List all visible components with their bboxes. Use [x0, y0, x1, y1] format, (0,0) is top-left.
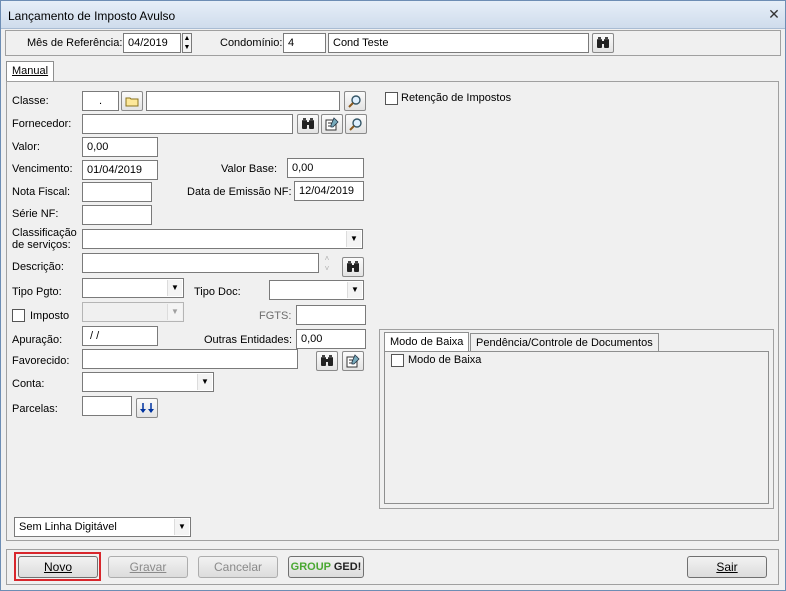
conta-label: Conta:: [12, 378, 45, 390]
classificacao-select[interactable]: ▼: [82, 229, 363, 249]
tab-modo-baixa-label: Modo de Baixa: [390, 336, 464, 348]
sair-button[interactable]: Sair: [687, 556, 767, 578]
apuracao-input[interactable]: / /: [82, 326, 158, 346]
gravar-button-label: Gravar: [129, 560, 167, 574]
form-edit-icon[interactable]: [321, 114, 343, 134]
group-ged-button[interactable]: GROUP GED!: [288, 556, 364, 578]
main-window: Lançamento de Imposto Avulso ✕ Mês de Re…: [0, 0, 786, 591]
tipo-doc-label: Tipo Doc:: [194, 286, 241, 298]
tipo-pgto-select[interactable]: ▼: [82, 278, 184, 298]
mes-spinner[interactable]: ▲ ▼: [182, 33, 192, 53]
chevron-down-icon: ▼: [167, 304, 182, 320]
form-edit-icon[interactable]: [342, 351, 364, 371]
linha-digitavel-value: Sem Linha Digitável: [19, 521, 117, 533]
window-title: Lançamento de Imposto Avulso: [8, 9, 176, 23]
cancelar-button-label: Cancelar: [213, 560, 263, 574]
data-emissao-label: Data de Emissão NF:: [187, 186, 292, 198]
outras-entidades-input[interactable]: 0,00: [296, 329, 366, 349]
parcelas-input[interactable]: [82, 396, 132, 416]
double-arrow-down-icon[interactable]: [136, 398, 158, 418]
nota-fiscal-input[interactable]: [82, 182, 152, 202]
fgts-label: FGTS:: [259, 310, 292, 322]
sair-button-label: Sair: [716, 560, 738, 574]
chevron-down-icon: ▼: [167, 280, 182, 296]
tipo-doc-select[interactable]: ▼: [269, 280, 364, 300]
vencimento-label: Vencimento:: [12, 163, 73, 175]
group-ged-logo-part1: GROUP: [290, 561, 331, 573]
vencimento-input[interactable]: 01/04/2019: [82, 160, 158, 180]
chevron-down-icon: ▼: [346, 231, 361, 247]
retencao-label: Retenção de Impostos: [401, 92, 512, 104]
binoculars-icon[interactable]: [592, 33, 614, 53]
novo-button-label: Novo: [43, 560, 72, 574]
condominio-label: Condomínio:: [220, 37, 283, 49]
parcelas-label: Parcelas:: [12, 403, 58, 415]
descricao-input[interactable]: [82, 253, 319, 273]
tab-modo-baixa[interactable]: Modo de Baixa: [384, 332, 470, 352]
descricao-scroll-icon[interactable]: ˄ ˅: [321, 254, 333, 274]
modo-baixa-tab-content: [384, 351, 769, 504]
favorecido-input[interactable]: [82, 349, 298, 369]
valor-label: Valor:: [12, 141, 40, 153]
nota-fiscal-label: Nota Fiscal:: [12, 186, 71, 198]
tab-manual-label: Manual: [12, 65, 49, 77]
mes-referencia-input[interactable]: 04/2019: [123, 33, 181, 53]
tipo-pgto-label: Tipo Pgto:: [12, 286, 62, 298]
condominio-code-input[interactable]: 4: [283, 33, 326, 53]
binoculars-icon[interactable]: [297, 114, 319, 134]
title-bar: Lançamento de Imposto Avulso ✕: [1, 1, 785, 29]
tab-manual[interactable]: Manual: [6, 61, 55, 81]
classificacao-label-line1: Classificação: [12, 227, 77, 239]
classe-code-input[interactable]: .: [82, 91, 119, 111]
tab-pendencia[interactable]: Pendência/Controle de Documentos: [470, 333, 659, 352]
valor-input[interactable]: 0,00: [82, 137, 158, 157]
descricao-label: Descrição:: [12, 261, 64, 273]
linha-digitavel-select[interactable]: Sem Linha Digitável ▼: [14, 517, 191, 537]
outras-entidades-label: Outras Entidades:: [204, 334, 293, 346]
cancelar-button[interactable]: Cancelar: [198, 556, 278, 578]
favorecido-label: Favorecido:: [12, 355, 70, 367]
imposto-select[interactable]: ▼: [82, 302, 184, 322]
apuracao-label: Apuração:: [12, 334, 63, 346]
serie-nf-label: Série NF:: [12, 208, 59, 220]
serie-nf-input[interactable]: [82, 205, 152, 225]
fornecedor-input[interactable]: [82, 114, 293, 134]
chevron-down-icon: ▼: [174, 519, 189, 535]
conta-select[interactable]: ▼: [82, 372, 214, 392]
classificacao-label-line2: de serviços:: [12, 239, 71, 251]
imposto-checkbox[interactable]: [12, 309, 25, 322]
binoculars-icon[interactable]: [342, 257, 364, 277]
chevron-down-icon: ▼: [347, 282, 362, 298]
chevron-down-icon: ▼: [197, 374, 212, 390]
novo-button[interactable]: Novo: [18, 556, 98, 578]
binoculars-icon[interactable]: [316, 351, 338, 371]
fornecedor-label: Fornecedor:: [12, 118, 72, 130]
valor-base-input[interactable]: 0,00: [287, 158, 364, 178]
modo-baixa-checkbox[interactable]: [391, 354, 404, 367]
group-ged-logo-part2: GED!: [333, 561, 362, 573]
classe-desc-input[interactable]: [146, 91, 340, 111]
magnifier-icon[interactable]: [345, 114, 367, 134]
imposto-label: Imposto: [30, 310, 70, 322]
fgts-input[interactable]: [296, 305, 366, 325]
tab-pendencia-label: Pendência/Controle de Documentos: [476, 337, 653, 349]
magnifier-icon[interactable]: [344, 91, 366, 111]
condominio-name-input[interactable]: Cond Teste: [328, 33, 589, 53]
gravar-button[interactable]: Gravar: [108, 556, 188, 578]
valor-base-label: Valor Base:: [221, 163, 278, 175]
close-icon[interactable]: ✕: [767, 7, 781, 21]
retencao-checkbox[interactable]: [385, 92, 398, 105]
data-emissao-input[interactable]: 12/04/2019: [294, 181, 364, 201]
mes-referencia-label: Mês de Referência:: [27, 37, 123, 49]
classe-label: Classe:: [12, 95, 49, 107]
folder-icon[interactable]: [121, 91, 143, 111]
modo-baixa-check-label: Modo de Baixa: [408, 354, 482, 366]
